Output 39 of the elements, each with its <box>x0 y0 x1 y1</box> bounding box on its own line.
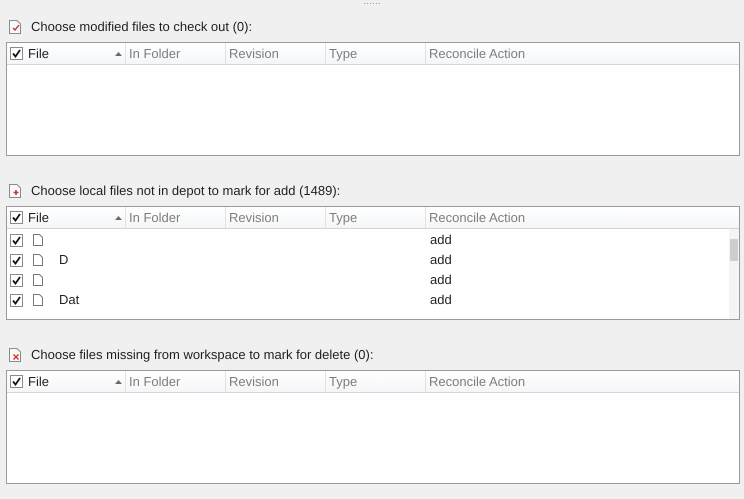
section-title: Choose files missing from workspace to mark for delete (0): <box>31 346 374 364</box>
document-plus-icon <box>8 183 22 199</box>
column-header[interactable]: Reconcile Action <box>426 43 739 64</box>
checkbox[interactable] <box>10 47 23 60</box>
column-header[interactable]: Type <box>326 371 426 392</box>
column-header[interactable]: Reconcile Action <box>426 207 739 228</box>
table-cell-text: add <box>429 271 453 290</box>
column-header[interactable]: In Folder <box>126 207 226 228</box>
table-cell-text: add <box>429 291 453 310</box>
column-header[interactable]: Type <box>326 207 426 228</box>
column-header[interactable]: Revision <box>226 371 326 392</box>
section-title: Choose local files not in depot to mark for add (1489): <box>31 182 340 200</box>
table-cell-text: add <box>429 251 453 270</box>
checkbox[interactable] <box>10 274 23 286</box>
column-header[interactable]: Revision <box>226 43 326 64</box>
checkbox[interactable] <box>10 234 23 246</box>
column-header[interactable]: Revision <box>226 207 326 228</box>
scrollbar[interactable] <box>729 229 739 319</box>
table-cell-text: add <box>429 231 453 250</box>
document-check-icon <box>8 19 22 35</box>
file-name: D <box>59 251 68 270</box>
file-icon <box>33 254 43 266</box>
column-header[interactable]: Type <box>326 43 426 64</box>
checkbox[interactable] <box>10 254 23 266</box>
column-header[interactable]: File <box>7 207 126 228</box>
column-header[interactable]: In Folder <box>126 43 226 64</box>
document-x-icon <box>8 347 22 363</box>
column-header[interactable]: In Folder <box>126 371 226 392</box>
file-name: Dat <box>59 291 80 310</box>
checkbox[interactable] <box>10 375 23 388</box>
file-icon <box>33 294 43 306</box>
column-header[interactable]: Reconcile Action <box>426 371 739 392</box>
file-icon <box>33 234 43 246</box>
checkbox[interactable] <box>10 294 23 306</box>
file-icon <box>33 274 43 286</box>
section-title: Choose modified files to check out (0): <box>31 18 252 36</box>
checkbox[interactable] <box>10 211 23 224</box>
column-header[interactable]: File <box>7 371 126 392</box>
column-header[interactable]: File <box>7 43 126 64</box>
